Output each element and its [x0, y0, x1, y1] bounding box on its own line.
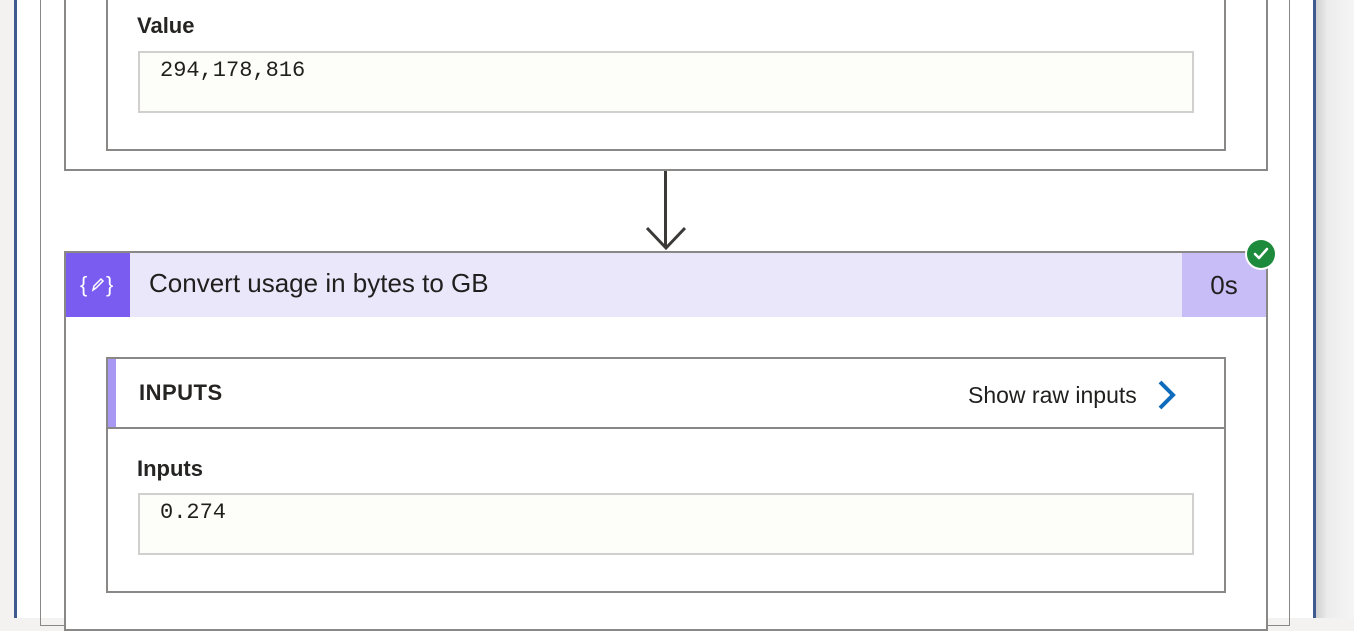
- duration-text: 0s: [1210, 269, 1238, 300]
- value-text: 294,178,816: [160, 58, 306, 83]
- show-raw-inputs-link[interactable]: Show raw inputs: [968, 378, 1179, 412]
- value-field[interactable]: 294,178,816: [138, 51, 1194, 113]
- value-label: Value: [137, 13, 195, 38]
- inputs-field[interactable]: 0.274: [138, 493, 1194, 555]
- action-icon: { }: [66, 253, 130, 317]
- svg-text:}: }: [106, 272, 113, 297]
- inputs-field-label: Inputs: [137, 456, 203, 481]
- show-raw-inputs-label: Show raw inputs: [968, 381, 1137, 408]
- arrow-down-icon: [646, 226, 686, 251]
- action-title: Convert usage in bytes to GB: [149, 268, 489, 298]
- inputs-field-text: 0.274: [160, 500, 227, 525]
- inputs-header-divider: [108, 427, 1224, 429]
- inputs-heading: INPUTS: [139, 380, 223, 405]
- chevron-right-icon[interactable]: [1155, 378, 1179, 412]
- compose-curly-braces-icon: { }: [80, 272, 113, 297]
- inputs-header-accent: [108, 359, 116, 427]
- svg-text:{: {: [80, 272, 87, 297]
- success-check-icon: [1245, 238, 1277, 270]
- window-shadow: [1316, 0, 1354, 618]
